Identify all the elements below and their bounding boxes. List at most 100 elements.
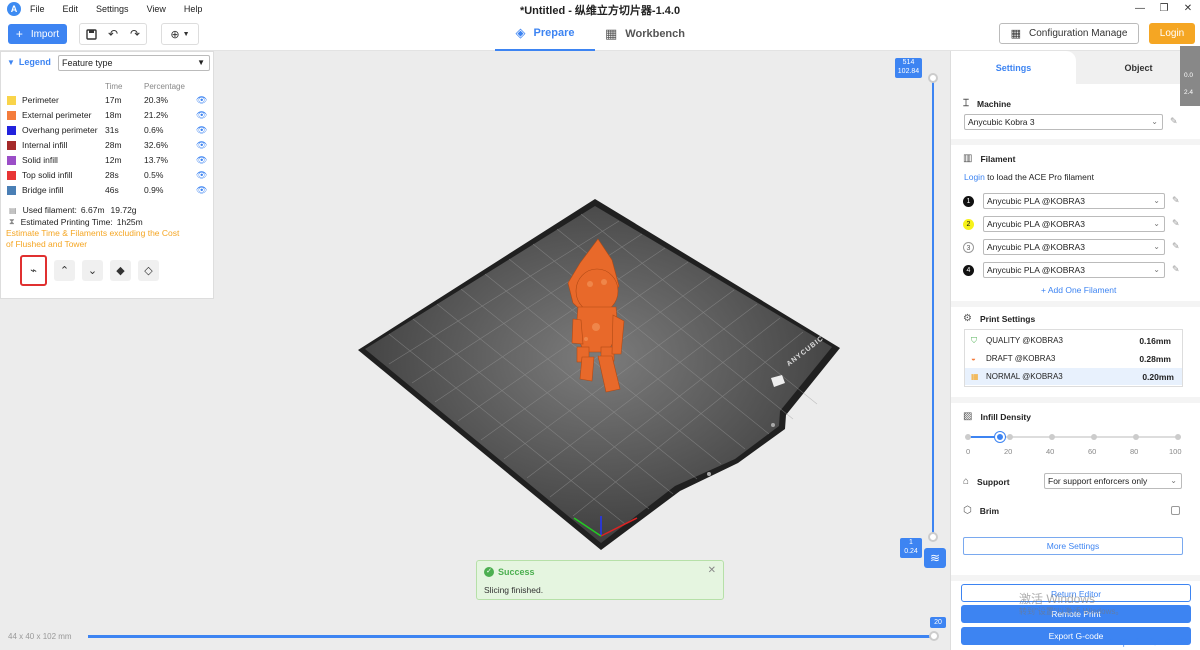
- wire-cube-icon[interactable]: ◇: [138, 260, 159, 281]
- legend-header[interactable]: ▼ Legend: [7, 57, 51, 67]
- brim-checkbox[interactable]: [1171, 506, 1180, 515]
- eye-icon[interactable]: 👁: [196, 110, 207, 121]
- legend-time: 46s: [105, 185, 119, 195]
- eye-icon[interactable]: 👁: [196, 125, 207, 136]
- used-filament-length: 6.67m: [80, 205, 105, 215]
- layer-bottom-number: 1: [909, 539, 913, 546]
- chevron-down-icon: ⌄: [1153, 196, 1160, 205]
- filament-number-badge: 3: [963, 242, 974, 253]
- layers-icon[interactable]: ≋: [924, 548, 946, 568]
- redo-icon[interactable]: ↷: [124, 24, 146, 44]
- login-note-text: to load the ACE Pro filament: [984, 172, 1094, 182]
- legend-col-time: Time: [105, 82, 123, 91]
- tab-prepare[interactable]: ◈ Prepare: [495, 17, 595, 51]
- legend-name: Top solid infill: [22, 170, 73, 180]
- punctuation-icon[interactable]: °,: [1150, 636, 1156, 649]
- eye-icon[interactable]: 👁: [196, 155, 207, 166]
- grid-icon: ▦: [1010, 28, 1021, 40]
- print-preset-row-selected[interactable]: ▦ NORMAL @KOBRA3 0.20mm: [965, 368, 1182, 385]
- edit-pencil-icon[interactable]: ✎: [1172, 241, 1180, 252]
- toolpath-view-icon[interactable]: ⌁: [20, 255, 47, 286]
- layer-slider-track[interactable]: [932, 79, 934, 537]
- eye-icon[interactable]: 👁: [196, 185, 207, 196]
- legend-name: Bridge infill: [22, 185, 64, 195]
- edit-pencil-icon[interactable]: ✎: [1172, 218, 1180, 229]
- minimize-icon[interactable]: —: [1128, 0, 1152, 17]
- login-label: Login: [1159, 28, 1185, 39]
- filament-select[interactable]: Anycubic PLA @KOBRA3 ⌄: [983, 193, 1165, 209]
- filament-select[interactable]: Anycubic PLA @KOBRA3 ⌄: [983, 216, 1165, 232]
- tray-ime-label[interactable]: 中: [1119, 636, 1128, 649]
- restore-icon[interactable]: ❐: [1152, 0, 1176, 17]
- legend-pct: 0.5%: [144, 170, 164, 180]
- layer-slider-top-handle[interactable]: [928, 73, 938, 83]
- estimate-warning: Estimate Time & Filaments excluding the …: [6, 228, 180, 249]
- legend-mode-select[interactable]: Feature type ▼: [58, 55, 210, 71]
- machine-select[interactable]: Anycubic Kobra 3 ⌄: [964, 114, 1163, 130]
- tab-settings[interactable]: Settings: [951, 51, 1076, 84]
- print-preset-row[interactable]: ◒ DRAFT @KOBRA3 0.28mm: [971, 350, 1179, 367]
- support-title: Support: [977, 476, 1010, 487]
- print-time-label: Estimated Printing Time:: [20, 217, 113, 227]
- legend-pct: 0.6%: [144, 125, 164, 135]
- infill-tick-label: 40: [1046, 447, 1055, 456]
- moon-icon[interactable]: ☾: [1135, 636, 1143, 649]
- filament-name: Anycubic PLA @KOBRA3: [987, 219, 1085, 229]
- print-preset-row[interactable]: ⛉ QUALITY @KOBRA3 0.16mm: [971, 332, 1179, 349]
- filament-select[interactable]: Anycubic PLA @KOBRA3 ⌄: [983, 239, 1165, 255]
- more-settings-button[interactable]: More Settings: [963, 537, 1183, 555]
- top-layer-icon[interactable]: ⌃: [54, 260, 75, 281]
- plus-icon: +: [15, 27, 23, 41]
- login-link[interactable]: Login: [964, 172, 985, 182]
- menu-help[interactable]: Help: [184, 4, 203, 14]
- chevron-down-icon: ⌄: [1153, 265, 1160, 274]
- window-controls: — ❐ ✕: [1128, 0, 1200, 17]
- legend-swatch: [7, 110, 16, 120]
- infill-tick-label: 0: [966, 447, 971, 456]
- tray-expand-icon[interactable]: ⤢: [1105, 636, 1112, 649]
- settings-gear-icon[interactable]: ⚙: [1180, 636, 1188, 649]
- move-slider-track[interactable]: [88, 635, 933, 638]
- add-filament-button[interactable]: + Add One Filament: [1041, 285, 1116, 295]
- app-logo-icon[interactable]: A: [7, 1, 21, 16]
- eye-icon[interactable]: 👁: [196, 140, 207, 151]
- view-mode-button[interactable]: ⊕ ▼: [161, 23, 199, 45]
- windows-activation-watermark: 激活 Windows: [1019, 592, 1096, 606]
- collapse-triangle-icon[interactable]: ▼: [7, 58, 15, 67]
- eye-icon[interactable]: 👁: [196, 170, 207, 181]
- infill-slider-handle[interactable]: [994, 432, 1005, 442]
- bottom-layer-icon[interactable]: ⌄: [82, 260, 103, 281]
- edit-pencil-icon[interactable]: ✎: [1172, 195, 1180, 206]
- chevron-down-icon: ⌄: [1151, 117, 1158, 126]
- move-slider-handle[interactable]: [929, 631, 939, 641]
- preset-name: DRAFT @KOBRA3: [986, 354, 1056, 363]
- close-icon[interactable]: ✕: [1176, 0, 1200, 17]
- section-divider: [951, 139, 1200, 145]
- panel-tabs: Settings Object: [951, 51, 1200, 84]
- undo-icon[interactable]: ↶: [102, 24, 124, 44]
- solid-cube-icon[interactable]: ◆: [110, 260, 131, 281]
- preset-name: QUALITY @KOBRA3: [986, 336, 1063, 345]
- import-button[interactable]: + Import: [8, 24, 67, 44]
- infill-tick: [1007, 434, 1013, 440]
- configuration-manage-button[interactable]: ▦ Configuration Manage: [999, 23, 1139, 44]
- edit-pencil-icon[interactable]: ✎: [1172, 264, 1180, 275]
- menu-view[interactable]: View: [147, 4, 166, 14]
- login-button[interactable]: Login: [1149, 23, 1195, 44]
- chevron-down-icon: ▼: [182, 30, 190, 38]
- save-icon[interactable]: [80, 24, 102, 44]
- close-icon[interactable]: ✕: [708, 565, 716, 576]
- edit-pencil-icon[interactable]: ✎: [1170, 116, 1178, 127]
- layer-slider-bottom-handle[interactable]: [928, 532, 938, 542]
- menu-edit[interactable]: Edit: [63, 4, 79, 14]
- emoji-icon[interactable]: ☺: [1163, 636, 1172, 649]
- login-note: Login to load the ACE Pro filament: [964, 172, 1094, 182]
- support-select[interactable]: For support enforcers only ⌄: [1044, 473, 1182, 489]
- grid-icon: ▦: [971, 372, 979, 381]
- eye-icon[interactable]: 👁: [196, 95, 207, 106]
- filament-select[interactable]: Anycubic PLA @KOBRA3 ⌄: [983, 262, 1165, 278]
- menu-file[interactable]: File: [30, 4, 45, 14]
- menu-settings[interactable]: Settings: [96, 4, 129, 14]
- edit-toolbar: ↶ ↷: [79, 23, 147, 45]
- tab-workbench[interactable]: ▦ Workbench: [595, 17, 695, 51]
